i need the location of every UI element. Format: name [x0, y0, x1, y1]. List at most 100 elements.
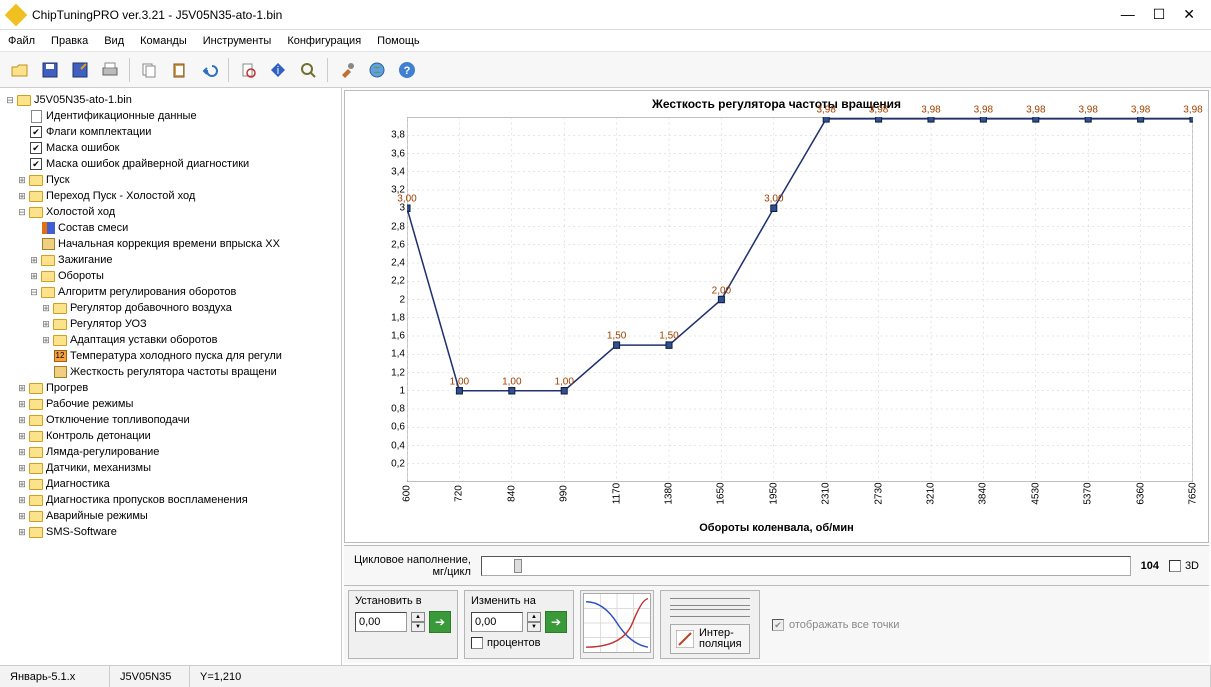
tree-item[interactable]: Регулятор добавочного воздуха — [70, 300, 232, 316]
tree-toggle[interactable]: ⊟ — [28, 284, 40, 300]
change-label: Изменить на — [471, 595, 567, 607]
ruler-top[interactable] — [670, 598, 750, 606]
tree-toggle[interactable]: ⊞ — [16, 508, 28, 524]
tree-item-selected[interactable]: Жесткость регулятора частоты вращени — [70, 364, 277, 380]
zoom-icon[interactable] — [294, 56, 322, 84]
set-input[interactable]: 0,00 — [355, 612, 407, 632]
tree-item[interactable]: Отключение топливоподачи — [46, 412, 190, 428]
tree-item[interactable]: Адаптация уставки оборотов — [70, 332, 218, 348]
minimize-button[interactable]: — — [1121, 6, 1135, 23]
tree-item[interactable]: Регулятор УОЗ — [70, 316, 147, 332]
tree-toggle[interactable]: ⊞ — [16, 524, 28, 540]
find-icon[interactable] — [234, 56, 262, 84]
tree-item[interactable]: Диагностика пропусков воспламенения — [46, 492, 248, 508]
tools-icon[interactable] — [333, 56, 361, 84]
tree-toggle[interactable]: ⊞ — [40, 332, 52, 348]
tree-root[interactable]: J5V05N35-ato-1.bin — [34, 92, 132, 108]
paste-icon[interactable] — [165, 56, 193, 84]
tree-toggle[interactable]: ⊞ — [16, 428, 28, 444]
ruler-panel: Интер- поляция — [660, 590, 760, 659]
tree-toggle[interactable]: ⊞ — [16, 172, 28, 188]
curve-preview-icon[interactable] — [583, 593, 651, 653]
tree-toggle[interactable]: ⊞ — [16, 492, 28, 508]
chart[interactable]: Жесткость регулятора частоты вращения Ко… — [344, 90, 1209, 543]
set-apply-button[interactable]: ➔ — [429, 611, 451, 633]
menu-config[interactable]: Конфигурация — [287, 35, 361, 47]
tree-item[interactable]: Температура холодного пуска для регули — [70, 348, 282, 364]
help-icon[interactable]: ? — [393, 56, 421, 84]
set-label: Установить в — [355, 595, 451, 607]
tree-toggle[interactable]: ⊟ — [16, 204, 28, 220]
menu-help[interactable]: Помощь — [377, 35, 420, 47]
tree-item[interactable]: Холостой ход — [46, 204, 115, 220]
menu-edit[interactable]: Правка — [51, 35, 88, 47]
svg-text:?: ? — [404, 65, 411, 77]
interpolate-button[interactable]: Интер- поляция — [670, 624, 750, 654]
tree-item[interactable]: Переход Пуск - Холостой ход — [46, 188, 195, 204]
slider-thumb[interactable] — [514, 559, 522, 573]
copy-icon[interactable] — [135, 56, 163, 84]
world-icon[interactable] — [363, 56, 391, 84]
tree-item[interactable]: Идентификационные данные — [46, 108, 197, 124]
checkbox-percent[interactable] — [471, 637, 483, 649]
window-title: ChipTuningPRO ver.3.21 - J5V05N35-ato-1.… — [32, 8, 1121, 22]
tree-item[interactable]: Контроль детонации — [46, 428, 151, 444]
menubar: Файл Правка Вид Команды Инструменты Конф… — [0, 30, 1211, 52]
tree-item[interactable]: Маска ошибок — [46, 140, 119, 156]
close-button[interactable]: ✕ — [1183, 6, 1195, 23]
tree-item[interactable]: Лямда-регулирование — [46, 444, 159, 460]
tree-item[interactable]: Прогрев — [46, 380, 88, 396]
percent-label: процентов — [487, 637, 540, 649]
tree-toggle[interactable]: ⊞ — [40, 316, 52, 332]
print-icon[interactable] — [96, 56, 124, 84]
menu-file[interactable]: Файл — [8, 35, 35, 47]
save-as-icon[interactable] — [66, 56, 94, 84]
tree-toggle[interactable]: ⊞ — [16, 396, 28, 412]
tree-item[interactable]: Флаги комплектации — [46, 124, 151, 140]
tree-toggle[interactable]: ⊞ — [16, 444, 28, 460]
tree-item[interactable]: Пуск — [46, 172, 70, 188]
menu-commands[interactable]: Команды — [140, 35, 187, 47]
tree-toggle[interactable]: ⊞ — [28, 252, 40, 268]
maximize-button[interactable]: ☐ — [1153, 6, 1166, 23]
checkbox-3d[interactable] — [1169, 560, 1181, 572]
tree-toggle[interactable]: ⊞ — [16, 412, 28, 428]
set-spinner[interactable]: ▲▼ — [411, 612, 425, 632]
tree-item[interactable]: SMS-Software — [46, 524, 117, 540]
tree-panel[interactable]: ⊟ J5V05N35-ato-1.bin Идентификационные да… — [0, 88, 342, 665]
menu-tools[interactable]: Инструменты — [203, 35, 272, 47]
tree-toggle[interactable]: ⊞ — [40, 300, 52, 316]
statusbar: Январь-5.1.x J5V05N35 Y=1,210 — [0, 665, 1211, 687]
tree-toggle[interactable]: ⊞ — [16, 460, 28, 476]
menu-view[interactable]: Вид — [104, 35, 124, 47]
tree-toggle[interactable]: ⊞ — [16, 476, 28, 492]
status-ecu: Январь-5.1.x — [0, 666, 110, 687]
slider-track[interactable] — [481, 556, 1131, 576]
info-icon[interactable]: i — [264, 56, 292, 84]
tree-item[interactable]: Аварийные режимы — [46, 508, 148, 524]
tree-item[interactable]: Обороты — [58, 268, 104, 284]
open-icon[interactable] — [6, 56, 34, 84]
tree-toggle[interactable]: ⊞ — [16, 380, 28, 396]
tree-item[interactable]: Диагностика — [46, 476, 110, 492]
tree-item[interactable]: Зажигание — [58, 252, 113, 268]
tree-item[interactable]: Рабочие режимы — [46, 396, 133, 412]
tree-toggle[interactable]: ⊞ — [28, 268, 40, 284]
tree-toggle[interactable]: ⊟ — [4, 92, 16, 108]
change-panel: Изменить на 0,00 ▲▼ ➔ процентов — [464, 590, 574, 659]
save-icon[interactable] — [36, 56, 64, 84]
status-file: J5V05N35 — [110, 666, 190, 687]
tree-item[interactable]: Маска ошибок драйверной диагностики — [46, 156, 249, 172]
change-spinner[interactable]: ▲▼ — [527, 612, 541, 632]
curve-panel — [580, 590, 654, 659]
change-input[interactable]: 0,00 — [471, 612, 523, 632]
change-apply-button[interactable]: ➔ — [545, 611, 567, 633]
tree-item[interactable]: Начальная коррекция времени впрыска ХХ — [58, 236, 280, 252]
undo-icon[interactable] — [195, 56, 223, 84]
tree-toggle[interactable]: ⊞ — [16, 188, 28, 204]
titlebar: ChipTuningPRO ver.3.21 - J5V05N35-ato-1.… — [0, 0, 1211, 30]
tree-item[interactable]: Датчики, механизмы — [46, 460, 151, 476]
ruler-bottom[interactable] — [670, 609, 750, 617]
tree-item[interactable]: Алгоритм регулирования оборотов — [58, 284, 236, 300]
tree-item[interactable]: Состав смеси — [58, 220, 128, 236]
